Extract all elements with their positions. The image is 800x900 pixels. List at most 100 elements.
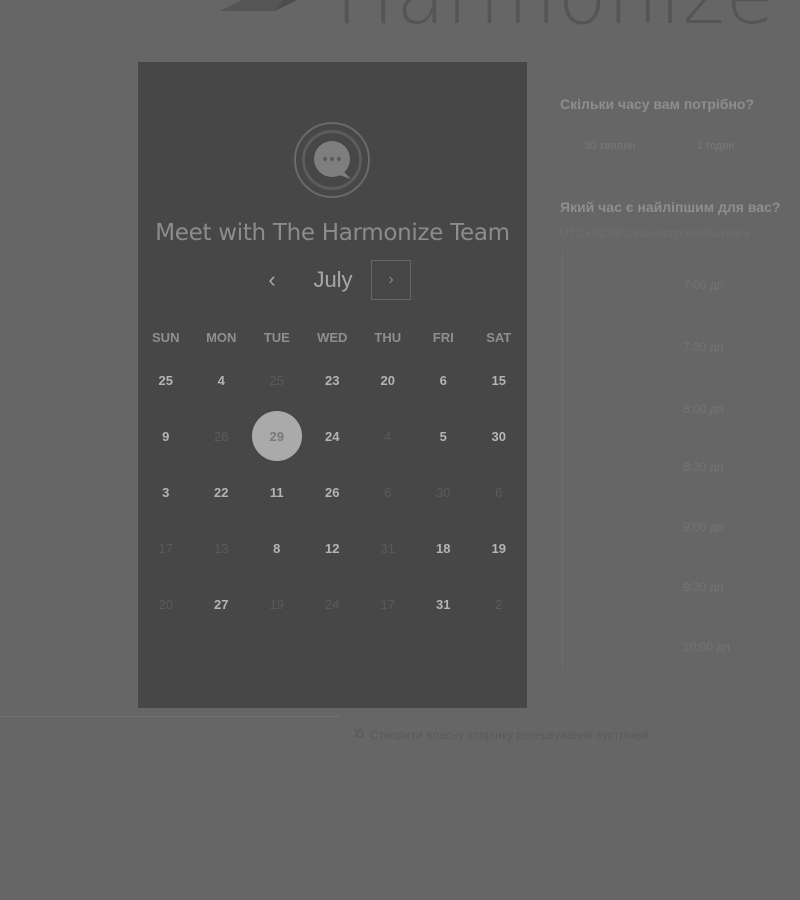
calendar-day[interactable]: 3 (138, 464, 194, 520)
weekday-label: TUE (263, 330, 290, 345)
calendar-day: 6 (471, 464, 527, 520)
calendar-day: 2 (471, 576, 527, 632)
weekday-label: MON (206, 330, 237, 345)
calendar-day[interactable]: 20 (360, 352, 416, 408)
calendar-week: 20 27 19 24 17 31 2 (138, 576, 527, 632)
day-number: 15 (491, 372, 506, 388)
time-slot[interactable]: 10:00 дп (683, 640, 730, 654)
calendar-day[interactable]: 18 (416, 520, 472, 576)
day-number: 25 (158, 372, 173, 388)
time-slot[interactable]: 7:00 дп (683, 278, 723, 292)
day-number: 28 (214, 428, 229, 444)
day-number: 31 (436, 596, 451, 612)
day-number: 3 (162, 484, 170, 500)
day-number: 27 (214, 596, 229, 612)
day-number: 31 (380, 540, 395, 556)
calendar-day: 24 (305, 576, 361, 632)
calendar-day[interactable]: 4 (194, 352, 250, 408)
calendar-day: 4 (360, 408, 416, 464)
calendar-grid: 25 4 25 23 20 6 15 9 28 29 24 4 5 30 3 22 11 26 6 30 6 17 13 8 1… (138, 352, 527, 632)
calendar-day[interactable]: 9 (138, 408, 194, 464)
day-number: 30 (436, 484, 451, 500)
calendar-day: 19 (249, 576, 305, 632)
time-slot[interactable]: 8:00 дп (683, 402, 723, 416)
day-number: 17 (158, 540, 173, 556)
calendar-day[interactable]: 25 (138, 352, 194, 408)
time-slot[interactable]: 9:00 дп (683, 520, 723, 534)
day-number: 11 (269, 484, 284, 500)
chevron-right-icon[interactable]: › (371, 260, 411, 300)
calendar-day[interactable]: 5 (416, 408, 472, 464)
calendar-week: 3 22 11 26 6 30 6 (138, 464, 527, 520)
day-number: 8 (273, 540, 281, 556)
weekday-label: WED (317, 330, 348, 345)
selected-day[interactable]: 29 (249, 408, 305, 464)
divider (0, 716, 340, 717)
day-number: 5 (439, 428, 447, 444)
calendar-day: 20 (138, 576, 194, 632)
create-booking-page-link[interactable]: Створити власну сторінку резервування зу… (352, 726, 648, 743)
calendar-day[interactable]: 12 (305, 520, 361, 576)
calendar-panel: Meet with The Harmonize Team ‹ July › SU… (138, 62, 527, 708)
day-number: 18 (436, 540, 451, 556)
time-question: Який час є найліпшим для вас? (560, 199, 781, 215)
calendar-day[interactable]: 23 (305, 352, 361, 408)
month-label: July (313, 267, 353, 292)
day-number: 13 (214, 540, 229, 556)
time-slot[interactable]: 8:30 дп (683, 460, 723, 474)
chat-bubble-icon (302, 130, 362, 190)
day-number: 2 (495, 596, 503, 612)
footer-link-label: Створити власну сторінку резервування зу… (370, 727, 649, 742)
calendar-week: 9 28 29 24 4 5 30 (138, 408, 527, 464)
day-number: 6 (384, 484, 392, 500)
day-number: 25 (269, 372, 284, 388)
calendar-day[interactable]: 31 (416, 576, 472, 632)
time-slot[interactable]: 9:30 дп (683, 580, 723, 594)
day-number: 4 (217, 372, 225, 388)
calendar-day[interactable]: 15 (471, 352, 527, 408)
calendar-day[interactable]: 26 (305, 464, 361, 520)
calendar-day[interactable]: 8 (249, 520, 305, 576)
calendar-day[interactable]: 11 (249, 464, 305, 520)
chevron-left-icon[interactable]: ‹ (260, 266, 284, 294)
day-number: 24 (325, 428, 340, 444)
calendar-day[interactable]: 19 (471, 520, 527, 576)
day-number: 12 (325, 540, 340, 556)
sprocket-icon (352, 726, 366, 743)
calendar-day[interactable]: 27 (194, 576, 250, 632)
timezone-selector[interactable]: UTC+02:00 Східноєвропейський ч (560, 226, 749, 240)
weekday-label: SUN (152, 330, 180, 345)
calendar-day[interactable]: 6 (416, 352, 472, 408)
duration-option-30-min[interactable]: 30 хвилин (584, 140, 635, 152)
weekday-header: SUN MON TUE WED THU FRI SAT (138, 330, 527, 345)
calendar-day[interactable]: 22 (194, 464, 250, 520)
page-title: Meet with The Harmonize Team (155, 220, 510, 246)
day-number: 6 (439, 372, 447, 388)
duration-option-1-hour[interactable]: 1 годин (697, 140, 734, 152)
time-slot-list: 7:00 дп 7:30 дп 8:00 дп 8:30 дп 9:00 дп … (562, 250, 800, 670)
day-number: 4 (384, 428, 392, 444)
weekday-label: THU (374, 330, 402, 345)
calendar-day[interactable]: 30 (471, 408, 527, 464)
day-number: 29 (269, 428, 284, 444)
calendar-day: 30 (416, 464, 472, 520)
day-number: 9 (162, 428, 170, 444)
calendar-day: 28 (194, 408, 250, 464)
calendar-day[interactable]: 24 (305, 408, 361, 464)
day-number: 26 (325, 484, 340, 500)
brand-name: Harmonize (335, 0, 776, 36)
month-navigator: ‹ July › (138, 260, 527, 302)
day-number: 24 (325, 596, 340, 612)
duration-question: Скільки часу вам потрібно? (560, 96, 755, 112)
day-number: 23 (325, 372, 340, 388)
brand-logo: Harmonize (215, 0, 776, 36)
day-number: 6 (495, 484, 503, 500)
weekday-label: FRI (432, 330, 454, 345)
day-number: 19 (269, 596, 284, 612)
day-number: 22 (214, 484, 229, 500)
weekday-label: SAT (486, 330, 512, 345)
day-number: 20 (158, 596, 173, 612)
time-slot[interactable]: 7:30 дп (683, 340, 723, 354)
calendar-day: 25 (249, 352, 305, 408)
avatar (294, 122, 370, 198)
